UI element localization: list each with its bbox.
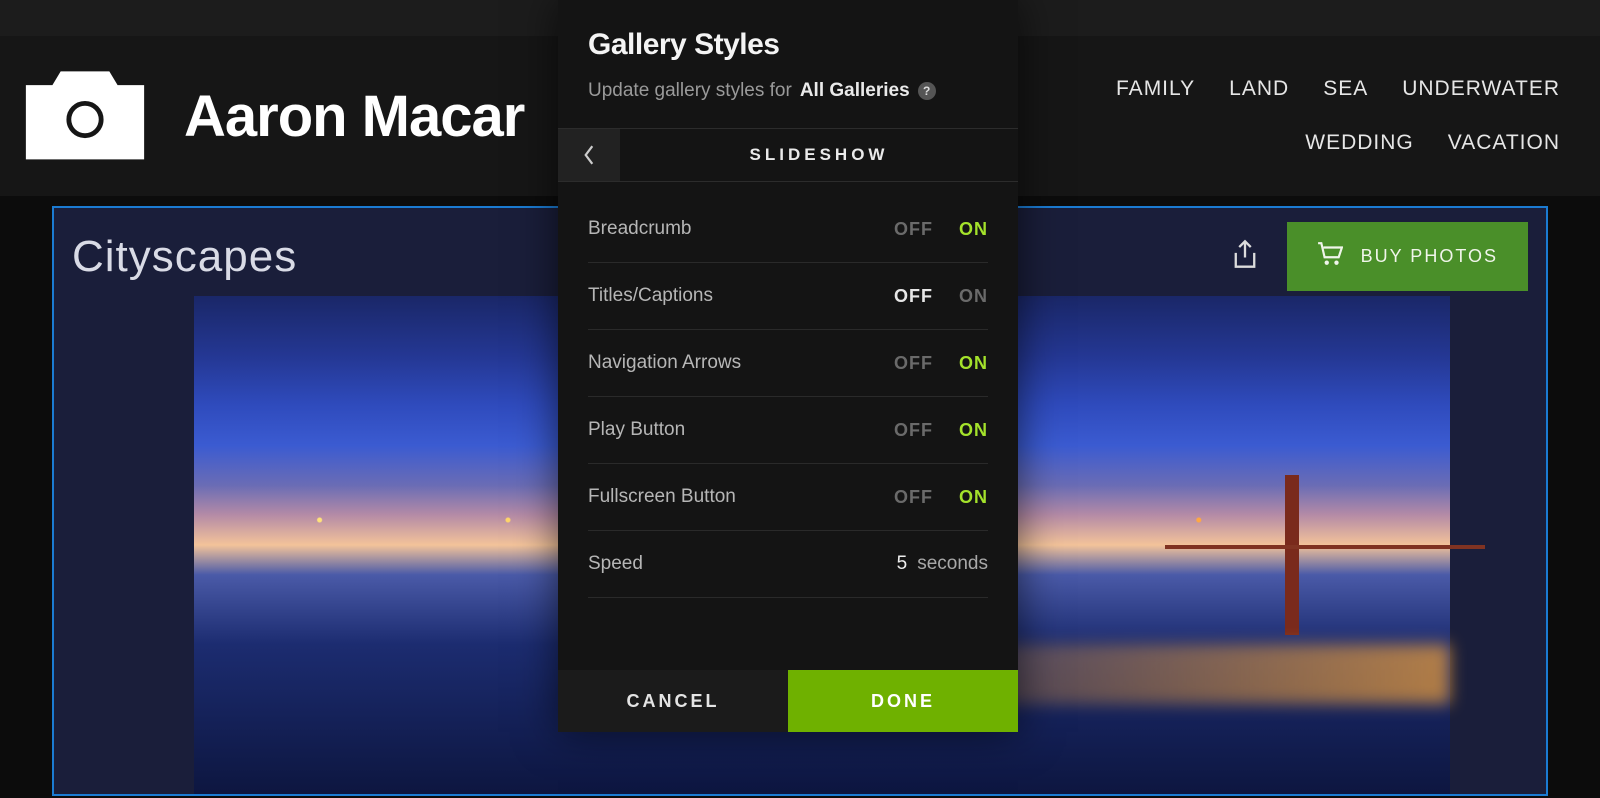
playbutton-on[interactable]: ON: [959, 420, 988, 441]
camera-logo-icon: [10, 59, 160, 174]
navarrows-off[interactable]: OFF: [894, 353, 933, 374]
row-label: Speed: [588, 553, 643, 575]
row-navigation-arrows: Navigation Arrows OFF ON: [588, 330, 988, 397]
nav-vacation[interactable]: VACATION: [1448, 131, 1560, 155]
gallery-styles-modal: Gallery Styles Update gallery styles for…: [558, 0, 1018, 732]
row-play-button: Play Button OFF ON: [588, 397, 988, 464]
buy-photos-button[interactable]: BUY PHOTOS: [1287, 222, 1528, 291]
row-label: Fullscreen Button: [588, 486, 736, 508]
nav-family[interactable]: FAMILY: [1116, 77, 1195, 101]
fullscreen-off[interactable]: OFF: [894, 487, 933, 508]
nav-sea[interactable]: SEA: [1323, 77, 1368, 101]
modal-subtitle-prefix: Update gallery styles for: [588, 80, 792, 102]
nav-land[interactable]: LAND: [1229, 77, 1289, 101]
main-nav: FAMILY LAND SEA UNDERWATER WEDDING VACAT…: [1000, 77, 1560, 155]
brand: Aaron Macar: [10, 59, 524, 174]
row-label: Navigation Arrows: [588, 352, 741, 374]
share-icon[interactable]: [1231, 239, 1259, 274]
playbutton-off[interactable]: OFF: [894, 420, 933, 441]
row-label: Play Button: [588, 419, 685, 441]
modal-title: Gallery Styles: [588, 28, 988, 62]
cancel-button[interactable]: CANCEL: [558, 670, 788, 732]
nav-underwater[interactable]: UNDERWATER: [1402, 77, 1560, 101]
modal-subtitle: Update gallery styles for All Galleries …: [588, 80, 988, 102]
section-title: SLIDESHOW: [620, 129, 1018, 181]
row-fullscreen-button: Fullscreen Button OFF ON: [588, 464, 988, 531]
cart-icon: [1317, 242, 1343, 271]
fullscreen-on[interactable]: ON: [959, 487, 988, 508]
modal-subtitle-scope: All Galleries: [800, 80, 910, 102]
buy-photos-label: BUY PHOTOS: [1361, 246, 1498, 267]
back-button[interactable]: [558, 129, 620, 181]
row-speed: Speed 5 seconds: [588, 531, 988, 598]
done-button[interactable]: DONE: [788, 670, 1018, 732]
speed-value[interactable]: 5: [897, 553, 908, 575]
speed-unit: seconds: [917, 553, 988, 575]
brand-name: Aaron Macar: [184, 83, 524, 150]
navarrows-on[interactable]: ON: [959, 353, 988, 374]
help-icon[interactable]: ?: [918, 82, 936, 100]
gallery-title: Cityscapes: [72, 232, 297, 282]
nav-wedding[interactable]: WEDDING: [1305, 131, 1414, 155]
